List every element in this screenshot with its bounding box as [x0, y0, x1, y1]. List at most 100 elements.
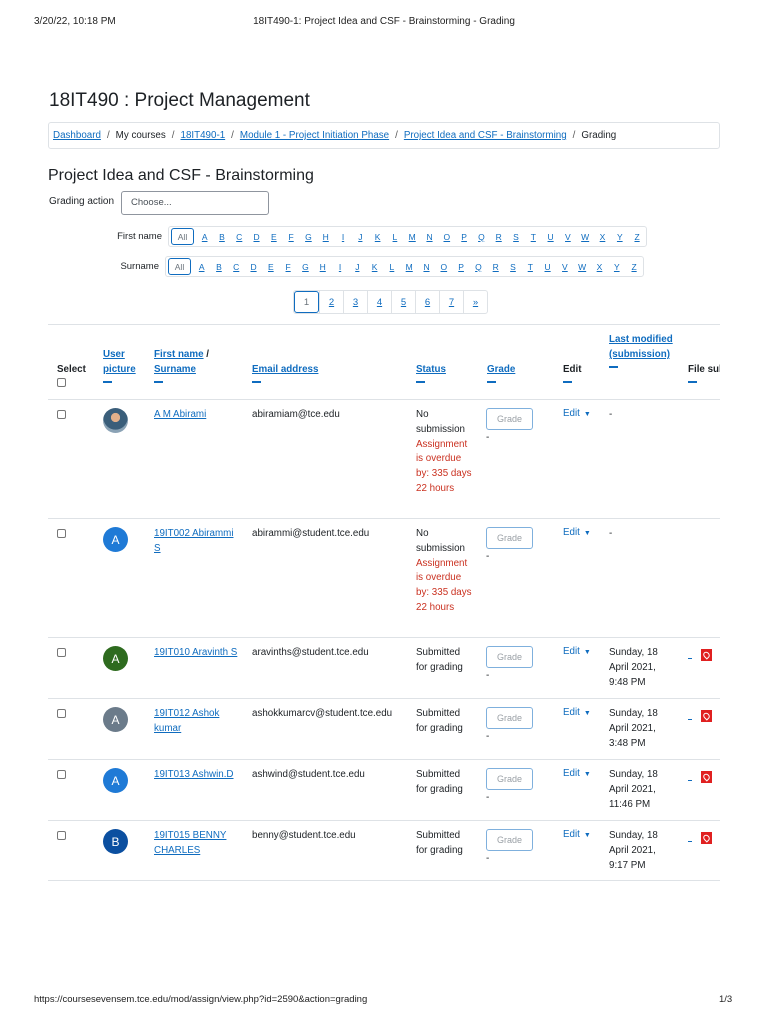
student-name-link[interactable]: 19IT013 Ashwin.D [154, 768, 240, 783]
select-all-checkbox[interactable] [57, 378, 66, 387]
student-name-link[interactable]: 19IT010 Aravinth S [154, 646, 240, 661]
edit-menu[interactable]: Edit ▼ [563, 707, 591, 718]
breadcrumb-dashboard[interactable]: Dashboard [53, 130, 101, 141]
student-name-link[interactable]: 19IT002 Abirammi S [154, 527, 240, 557]
edit-menu[interactable]: Edit ▼ [563, 527, 591, 538]
col-user-picture[interactable]: User picture [103, 347, 143, 383]
surname-filter-letter-d[interactable]: D [245, 257, 262, 276]
row-checkbox[interactable] [57, 709, 66, 718]
pdf-file-icon[interactable] [701, 771, 712, 783]
surname-filter-letter-w[interactable]: W [574, 257, 591, 276]
grade-input[interactable]: Grade [486, 829, 533, 851]
edit-menu[interactable]: Edit ▼ [563, 829, 591, 840]
file-link[interactable] [688, 780, 692, 781]
firstname-filter-letter-d[interactable]: D [248, 227, 265, 246]
page-3[interactable]: 3 [343, 291, 367, 313]
surname-filter-letter-c[interactable]: C [228, 257, 245, 276]
firstname-filter-letter-b[interactable]: B [213, 227, 230, 246]
grade-input[interactable]: Grade [486, 646, 533, 668]
row-checkbox[interactable] [57, 410, 66, 419]
col-surname[interactable]: Surname [154, 364, 196, 375]
firstname-filter-letter-m[interactable]: M [404, 227, 421, 246]
student-name-link[interactable]: 19IT015 BENNY CHARLES [154, 829, 240, 859]
surname-filter-letter-g[interactable]: G [297, 257, 314, 276]
firstname-filter-letter-t[interactable]: T [525, 227, 542, 246]
firstname-filter-letter-h[interactable]: H [317, 227, 334, 246]
firstname-filter-all[interactable]: All [171, 228, 194, 245]
surname-filter-letter-b[interactable]: B [210, 257, 227, 276]
firstname-filter-letter-w[interactable]: W [577, 227, 594, 246]
breadcrumb-course[interactable]: 18IT490-1 [181, 130, 226, 141]
col-grade[interactable]: Grade [487, 362, 515, 383]
edit-menu[interactable]: Edit ▼ [563, 768, 591, 779]
col-status[interactable]: Status [416, 362, 446, 383]
firstname-filter-letter-z[interactable]: Z [628, 227, 645, 246]
firstname-filter-letter-o[interactable]: O [438, 227, 455, 246]
firstname-filter-letter-p[interactable]: P [455, 227, 472, 246]
firstname-filter-letter-x[interactable]: X [594, 227, 611, 246]
pdf-file-icon[interactable] [701, 832, 712, 844]
file-link[interactable] [688, 841, 692, 842]
student-name-link[interactable]: A M Abirami [154, 408, 240, 423]
firstname-filter-letter-k[interactable]: K [369, 227, 386, 246]
firstname-filter-letter-j[interactable]: J [352, 227, 369, 246]
surname-filter-letter-k[interactable]: K [366, 257, 383, 276]
page-7[interactable]: 7 [439, 291, 463, 313]
page-4[interactable]: 4 [367, 291, 391, 313]
page-6[interactable]: 6 [415, 291, 439, 313]
surname-filter-letter-t[interactable]: T [522, 257, 539, 276]
surname-filter-letter-i[interactable]: I [331, 257, 348, 276]
page-2[interactable]: 2 [319, 291, 343, 313]
surname-filter-letter-y[interactable]: Y [608, 257, 625, 276]
page-next[interactable]: » [463, 291, 487, 313]
firstname-filter-letter-r[interactable]: R [490, 227, 507, 246]
firstname-filter-letter-f[interactable]: F [282, 227, 299, 246]
surname-filter-letter-o[interactable]: O [435, 257, 452, 276]
surname-filter-letter-e[interactable]: E [262, 257, 279, 276]
breadcrumb-assignment[interactable]: Project Idea and CSF - Brainstorming [404, 130, 567, 141]
firstname-filter-letter-l[interactable]: L [386, 227, 403, 246]
grade-input[interactable]: Grade [486, 408, 533, 430]
surname-filter-letter-n[interactable]: N [418, 257, 435, 276]
surname-filter-letter-a[interactable]: A [193, 257, 210, 276]
surname-filter-letter-q[interactable]: Q [470, 257, 487, 276]
surname-filter-letter-u[interactable]: U [539, 257, 556, 276]
file-link[interactable] [688, 719, 692, 720]
surname-filter-letter-j[interactable]: J [349, 257, 366, 276]
row-checkbox[interactable] [57, 648, 66, 657]
grading-action-select[interactable]: Choose... [121, 191, 269, 215]
page-1[interactable]: 1 [294, 291, 319, 313]
surname-filter-letter-m[interactable]: M [401, 257, 418, 276]
grade-input[interactable]: Grade [486, 527, 533, 549]
firstname-filter-letter-v[interactable]: V [559, 227, 576, 246]
surname-filter-letter-f[interactable]: F [279, 257, 296, 276]
firstname-filter-letter-a[interactable]: A [196, 227, 213, 246]
student-name-link[interactable]: 19IT012 Ashok kumar [154, 707, 240, 737]
surname-filter-letter-x[interactable]: X [591, 257, 608, 276]
row-checkbox[interactable] [57, 831, 66, 840]
grade-input[interactable]: Grade [486, 768, 533, 790]
surname-filter-letter-r[interactable]: R [487, 257, 504, 276]
edit-menu[interactable]: Edit ▼ [563, 408, 591, 419]
firstname-filter-letter-e[interactable]: E [265, 227, 282, 246]
surname-filter-letter-s[interactable]: S [504, 257, 521, 276]
surname-filter-letter-l[interactable]: L [383, 257, 400, 276]
surname-filter-letter-h[interactable]: H [314, 257, 331, 276]
firstname-filter-letter-y[interactable]: Y [611, 227, 628, 246]
firstname-filter-letter-n[interactable]: N [421, 227, 438, 246]
firstname-filter-letter-q[interactable]: Q [473, 227, 490, 246]
firstname-filter-letter-i[interactable]: I [334, 227, 351, 246]
edit-menu[interactable]: Edit ▼ [563, 646, 591, 657]
firstname-filter-letter-g[interactable]: G [300, 227, 317, 246]
row-checkbox[interactable] [57, 529, 66, 538]
firstname-filter-letter-u[interactable]: U [542, 227, 559, 246]
col-last-modified[interactable]: Last modified (submission) [609, 332, 675, 368]
col-first-name[interactable]: First name [154, 349, 204, 360]
pdf-file-icon[interactable] [701, 710, 712, 722]
grade-input[interactable]: Grade [486, 707, 533, 729]
col-email[interactable]: Email address [252, 362, 318, 383]
surname-filter-letter-z[interactable]: Z [625, 257, 642, 276]
firstname-filter-letter-s[interactable]: S [507, 227, 524, 246]
pdf-file-icon[interactable] [701, 649, 712, 661]
firstname-filter-letter-c[interactable]: C [231, 227, 248, 246]
